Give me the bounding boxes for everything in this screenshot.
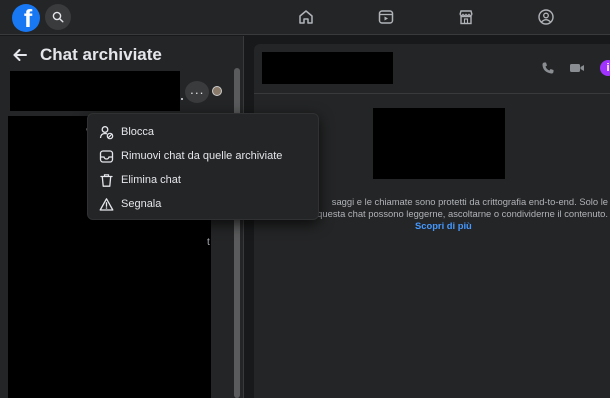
video-icon[interactable]	[376, 7, 396, 27]
top-navigation-bar: f	[0, 0, 610, 35]
menu-item-unarchive[interactable]: Rimuovi chat da quelle archiviate	[88, 144, 318, 168]
panel-header: Chat archiviate	[12, 44, 162, 66]
menu-item-label: Blocca	[121, 126, 155, 138]
avatar[interactable]	[212, 86, 222, 96]
facebook-logo[interactable]: f	[12, 4, 40, 32]
redacted-chat-name	[10, 71, 180, 111]
info-icon[interactable]: i	[600, 60, 610, 76]
warning-icon	[98, 196, 114, 212]
page-title: Chat archiviate	[40, 45, 162, 64]
encryption-line: questa chat possono leggerne, ascoltarne…	[317, 207, 608, 219]
chat-options-menu: Blocca Rimuovi chat da quelle archiviate…	[87, 113, 319, 220]
menu-item-label: Rimuovi chat da quelle archiviate	[121, 150, 283, 162]
menu-item-label: Elimina chat	[121, 174, 181, 186]
learn-more-link[interactable]: Scopri di più	[415, 220, 472, 231]
truncation-dot	[181, 98, 183, 100]
home-icon[interactable]	[296, 7, 316, 27]
peek-text: t	[207, 237, 210, 248]
encryption-line: saggi e le chiamate sono protetti da cri…	[331, 196, 608, 207]
search-icon	[52, 11, 64, 23]
groups-icon[interactable]	[536, 7, 556, 27]
marketplace-icon[interactable]	[456, 7, 476, 27]
video-call-icon[interactable]	[569, 60, 585, 76]
menu-item-report[interactable]: Segnala	[88, 192, 318, 216]
facebook-logo-letter: f	[23, 5, 33, 32]
unarchive-icon	[98, 148, 114, 164]
more-options-button[interactable]: ···	[185, 81, 209, 103]
phone-icon[interactable]	[540, 60, 556, 76]
block-user-icon	[98, 124, 114, 140]
conversation-header: i	[254, 44, 610, 94]
redacted-profile-picture	[373, 108, 505, 179]
menu-item-block[interactable]: Blocca	[88, 120, 318, 144]
back-arrow-icon[interactable]	[12, 46, 30, 64]
trash-icon	[98, 172, 114, 188]
encryption-notice: saggi e le chiamate sono protetti da cri…	[300, 196, 608, 219]
search-button[interactable]	[45, 4, 71, 30]
menu-item-label: Segnala	[121, 198, 162, 210]
redacted-contact-name	[262, 52, 393, 84]
menu-item-delete[interactable]: Elimina chat	[88, 168, 318, 192]
